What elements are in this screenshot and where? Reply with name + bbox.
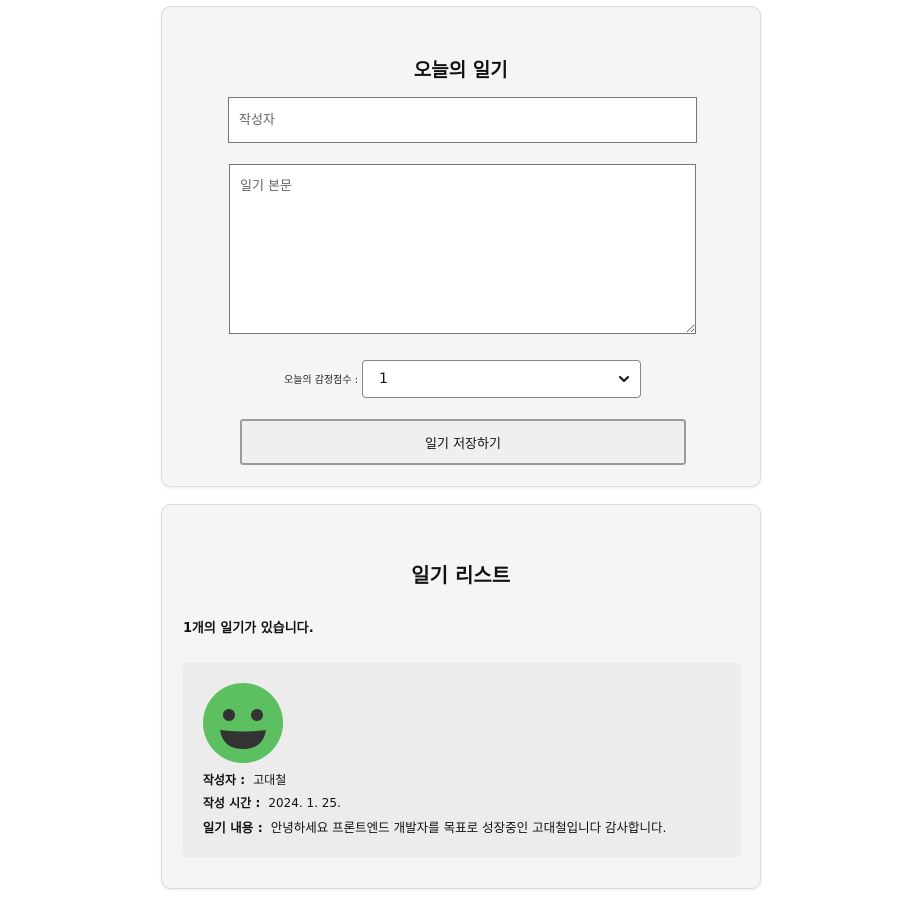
- diary-content-row: 일기 내용 : 안녕하세요 프론트엔드 개발자를 목표로 성장중인 고대철입니다 …: [203, 817, 667, 836]
- content-label: 일기 내용 :: [203, 820, 263, 835]
- diary-content-textarea[interactable]: [229, 164, 696, 334]
- save-diary-button[interactable]: 일기 저장하기: [240, 419, 686, 465]
- diary-item: 작성자 : 고대철 작성 시간 : 2024. 1. 25. 일기 내용 : 안녕하세…: [183, 663, 741, 857]
- diary-editor-card: 오늘의 일기 오늘의 감정점수 : 1 일기 저장하기: [161, 6, 761, 487]
- editor-title: 오늘의 일기: [413, 59, 508, 81]
- author-input[interactable]: [228, 97, 697, 143]
- diary-time-row: 작성 시간 : 2024. 1. 25.: [203, 794, 341, 811]
- diary-count-text: 1개의 일기가 있습니다.: [183, 621, 314, 636]
- diary-author-row: 작성자 : 고대철: [203, 771, 286, 788]
- emotion-score-select[interactable]: 1: [362, 360, 641, 398]
- chevron-down-icon: [619, 376, 629, 382]
- time-label: 작성 시간 :: [203, 796, 261, 810]
- emotion-score-selected-value: 1: [379, 371, 388, 387]
- smiley-face-icon: [203, 683, 283, 763]
- emotion-score-label: 오늘의 감정점수 :: [284, 375, 359, 386]
- author-label: 작성자 :: [203, 773, 246, 787]
- content-value: 안녕하세요 프론트엔드 개발자를 목표로 성장중인 고대철입니다 감사합니다.: [270, 820, 667, 835]
- diary-list-card: 일기 리스트 1개의 일기가 있습니다. 작성자 : 고대철 작성 시간 : 202…: [161, 504, 761, 889]
- time-value: 2024. 1. 25.: [268, 796, 341, 810]
- diary-list-title: 일기 리스트: [411, 563, 511, 587]
- emotion-score-row: 오늘의 감정점수 : 1: [162, 360, 760, 398]
- author-value: 고대철: [253, 773, 287, 787]
